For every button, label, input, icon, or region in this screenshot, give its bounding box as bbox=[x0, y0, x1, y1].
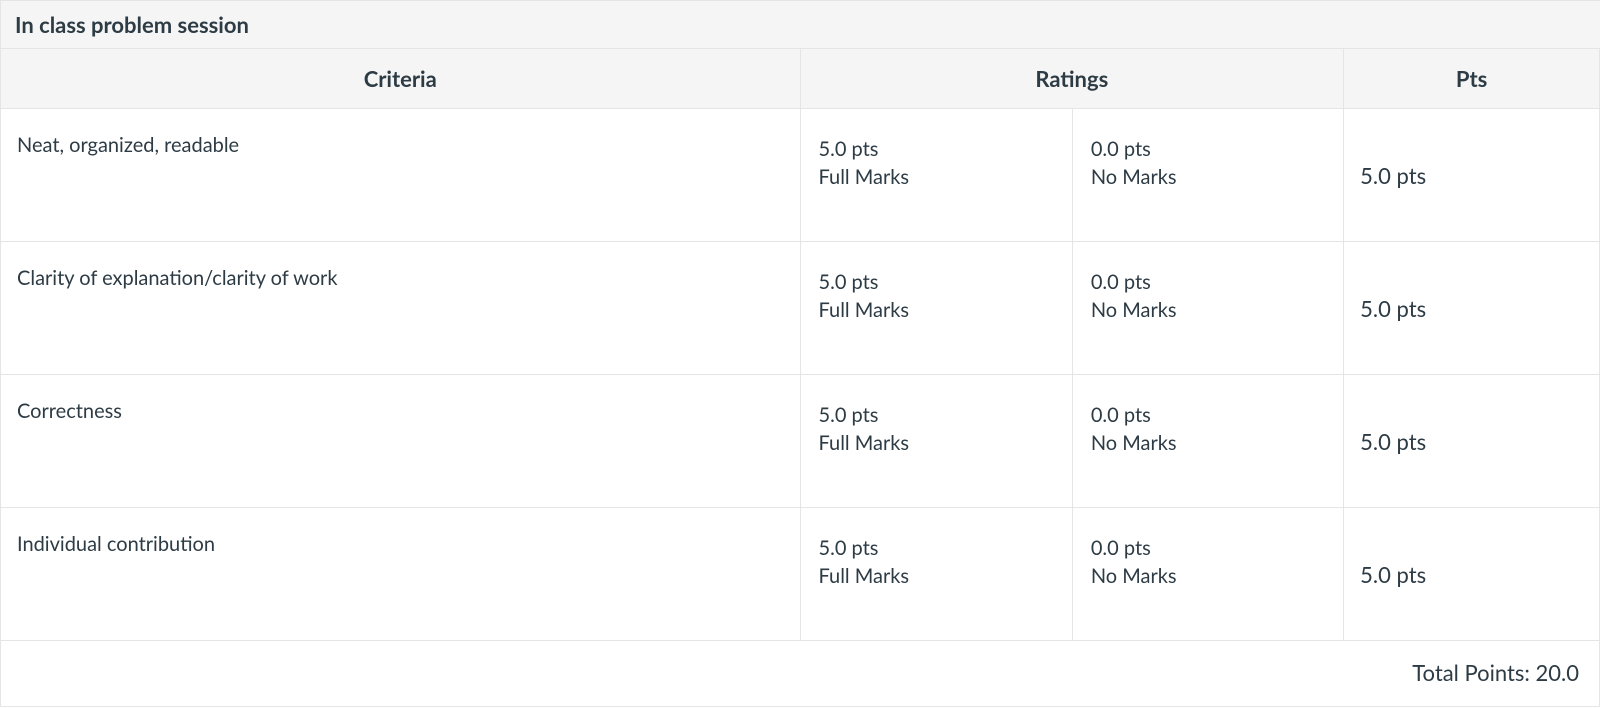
rating-label: No Marks bbox=[1091, 296, 1325, 324]
rating-option[interactable]: 5.0 pts Full Marks bbox=[801, 109, 1072, 241]
rating-option[interactable]: 0.0 pts No Marks bbox=[1072, 508, 1343, 640]
criterion-cell: Clarity of explanation/clarity of work bbox=[1, 242, 801, 375]
rating-label: No Marks bbox=[1091, 163, 1325, 191]
pts-cell: 5.0 pts bbox=[1344, 508, 1600, 641]
pts-cell: 5.0 pts bbox=[1344, 242, 1600, 375]
rubric-table: In class problem session Criteria Rating… bbox=[0, 0, 1600, 707]
rating-option[interactable]: 5.0 pts Full Marks bbox=[801, 375, 1072, 507]
criterion-cell: Neat, organized, readable bbox=[1, 109, 801, 242]
criterion-cell: Individual contribution bbox=[1, 508, 801, 641]
rating-option[interactable]: 5.0 pts Full Marks bbox=[801, 242, 1072, 374]
header-pts: Pts bbox=[1344, 49, 1600, 109]
rating-option[interactable]: 0.0 pts No Marks bbox=[1072, 109, 1343, 241]
rating-label: Full Marks bbox=[819, 562, 1054, 590]
ratings-cell: 5.0 pts Full Marks 0.0 pts No Marks bbox=[800, 508, 1344, 641]
criterion-cell: Correctness bbox=[1, 375, 801, 508]
rating-pts: 0.0 pts bbox=[1091, 401, 1325, 429]
header-criteria: Criteria bbox=[1, 49, 801, 109]
ratings-cell: 5.0 pts Full Marks 0.0 pts No Marks bbox=[800, 242, 1344, 375]
rating-option[interactable]: 0.0 pts No Marks bbox=[1072, 242, 1343, 374]
rubric-title-row: In class problem session bbox=[1, 1, 1600, 49]
pts-cell: 5.0 pts bbox=[1344, 375, 1600, 508]
rating-option[interactable]: 0.0 pts No Marks bbox=[1072, 375, 1343, 507]
table-row: Individual contribution 5.0 pts Full Mar… bbox=[1, 508, 1600, 641]
table-row: Correctness 5.0 pts Full Marks 0.0 pts N… bbox=[1, 375, 1600, 508]
table-row: Clarity of explanation/clarity of work 5… bbox=[1, 242, 1600, 375]
table-row: Neat, organized, readable 5.0 pts Full M… bbox=[1, 109, 1600, 242]
rating-label: Full Marks bbox=[819, 163, 1054, 191]
rating-pts: 5.0 pts bbox=[819, 268, 1054, 296]
rating-pts: 5.0 pts bbox=[819, 534, 1054, 562]
pts-cell: 5.0 pts bbox=[1344, 109, 1600, 242]
ratings-cell: 5.0 pts Full Marks 0.0 pts No Marks bbox=[800, 109, 1344, 242]
rating-option[interactable]: 5.0 pts Full Marks bbox=[801, 508, 1072, 640]
ratings-cell: 5.0 pts Full Marks 0.0 pts No Marks bbox=[800, 375, 1344, 508]
total-row: Total Points: 20.0 bbox=[1, 641, 1600, 707]
header-ratings: Ratings bbox=[800, 49, 1344, 109]
rating-label: Full Marks bbox=[819, 296, 1054, 324]
rating-label: No Marks bbox=[1091, 429, 1325, 457]
rating-label: Full Marks bbox=[819, 429, 1054, 457]
rating-pts: 0.0 pts bbox=[1091, 268, 1325, 296]
rubric-header-row: Criteria Ratings Pts bbox=[1, 49, 1600, 109]
rating-pts: 5.0 pts bbox=[819, 401, 1054, 429]
rating-label: No Marks bbox=[1091, 562, 1325, 590]
rubric-title: In class problem session bbox=[1, 1, 1600, 49]
total-points: Total Points: 20.0 bbox=[1, 641, 1600, 707]
rating-pts: 5.0 pts bbox=[819, 135, 1054, 163]
rating-pts: 0.0 pts bbox=[1091, 135, 1325, 163]
rating-pts: 0.0 pts bbox=[1091, 534, 1325, 562]
